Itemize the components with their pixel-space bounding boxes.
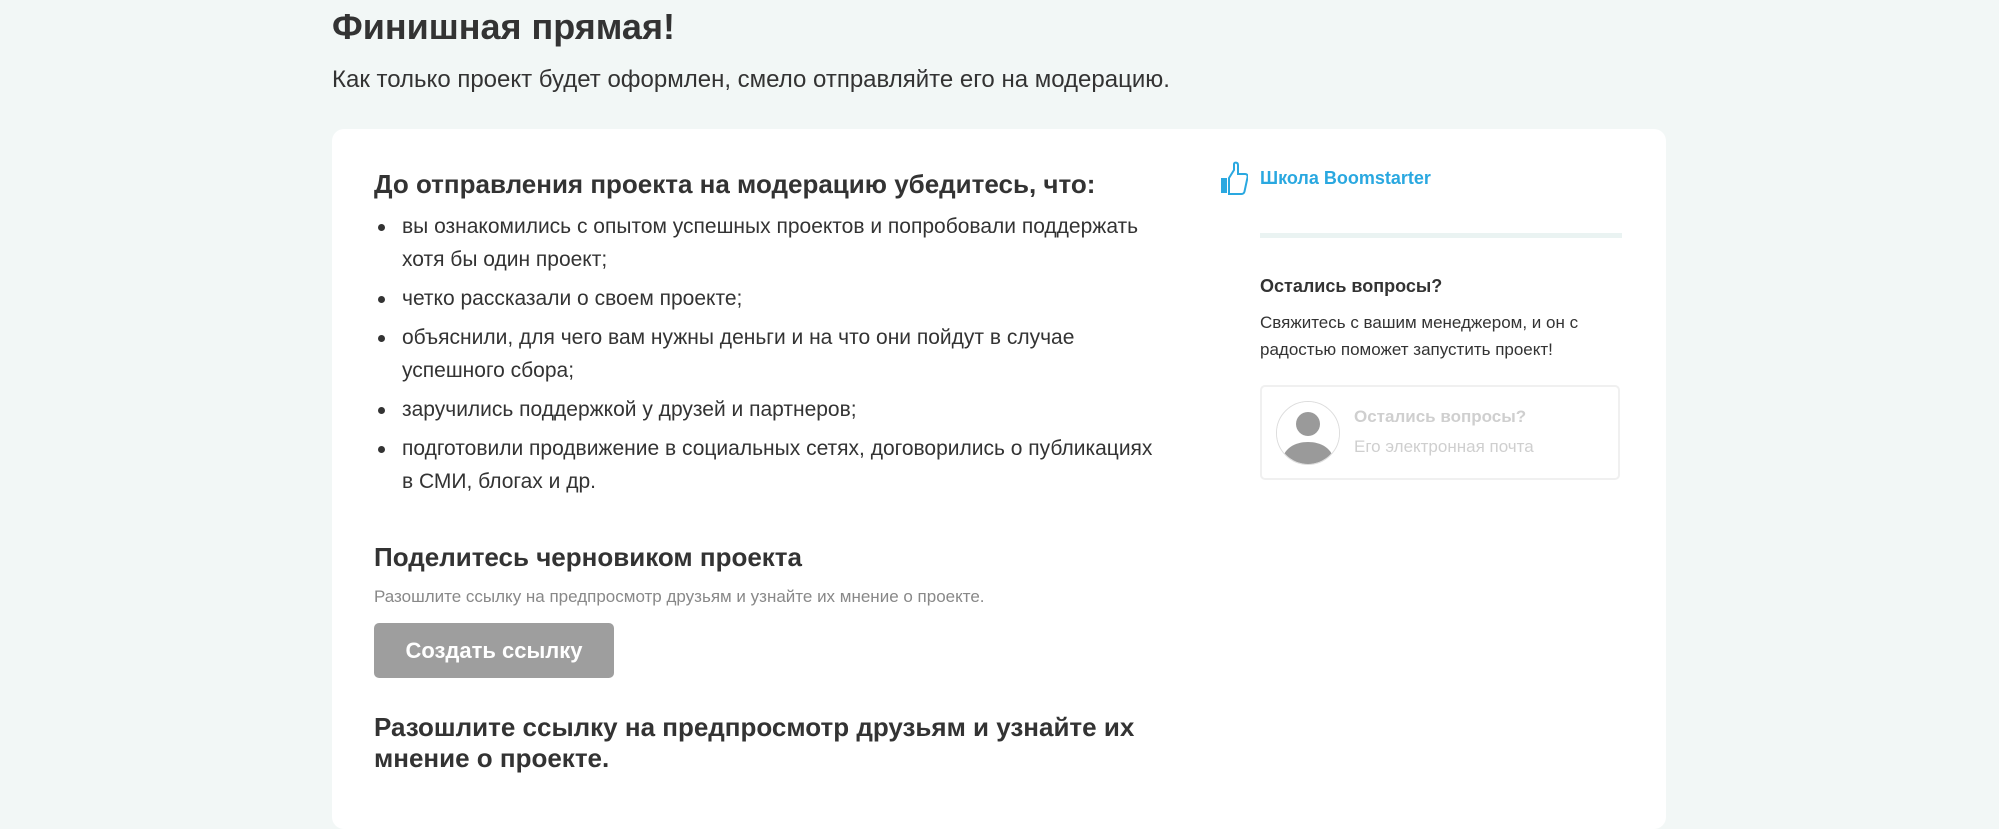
sidebar: Школа Boomstarter Остались вопросы? Свяж… [1218, 161, 1622, 480]
questions-heading: Остались вопросы? [1260, 276, 1443, 296]
checklist-item: вы ознакомились с опытом успешных проект… [378, 210, 1154, 276]
checklist-heading: До отправления проекта на модерацию убед… [374, 169, 1096, 199]
school-boomstarter-link[interactable]: Школа Boomstarter [1218, 161, 1584, 195]
preview-link-heading: Разошлите ссылку на предпросмотр друзьям… [374, 712, 1135, 773]
questions-text: Свяжитесь с вашим менеджером, и он с рад… [1260, 313, 1579, 359]
questions-block: Остались вопросы? Свяжитесь с вашим мене… [1260, 276, 1620, 480]
thumbs-up-icon [1218, 161, 1249, 195]
checklist-item: заручились поддержкой у друзей и партнер… [378, 393, 1154, 426]
main-column: До отправления проекта на модерацию убед… [374, 169, 1154, 774]
checklist: вы ознакомились с опытом успешных проект… [374, 210, 1154, 498]
manager-email: Его электронная почта [1354, 437, 1534, 456]
main-card: До отправления проекта на модерацию убед… [332, 129, 1666, 829]
page-subtitle: Как только проект будет оформлен, смело … [332, 66, 1170, 93]
sidebar-divider [1260, 233, 1622, 238]
school-boomstarter-label: Школа Boomstarter [1260, 167, 1431, 188]
page-title: Финишная прямая! [332, 6, 675, 47]
manager-title: Остались вопросы? [1354, 407, 1527, 426]
share-draft-heading: Поделитесь черновиком проекта [374, 542, 802, 572]
checklist-item: подготовили продвижение в социальных сет… [378, 432, 1154, 498]
share-draft-description: Разошлите ссылку на предпросмотр друзьям… [374, 587, 985, 606]
person-avatar-icon [1276, 401, 1340, 465]
manager-contact-card[interactable]: Остались вопросы? Его электронная почта [1260, 385, 1620, 480]
checklist-item: объяснили, для чего вам нужны деньги и н… [378, 321, 1154, 387]
checklist-item: четко рассказали о своем проекте; [378, 282, 1154, 315]
create-link-button[interactable]: Создать ссылку [374, 623, 614, 678]
